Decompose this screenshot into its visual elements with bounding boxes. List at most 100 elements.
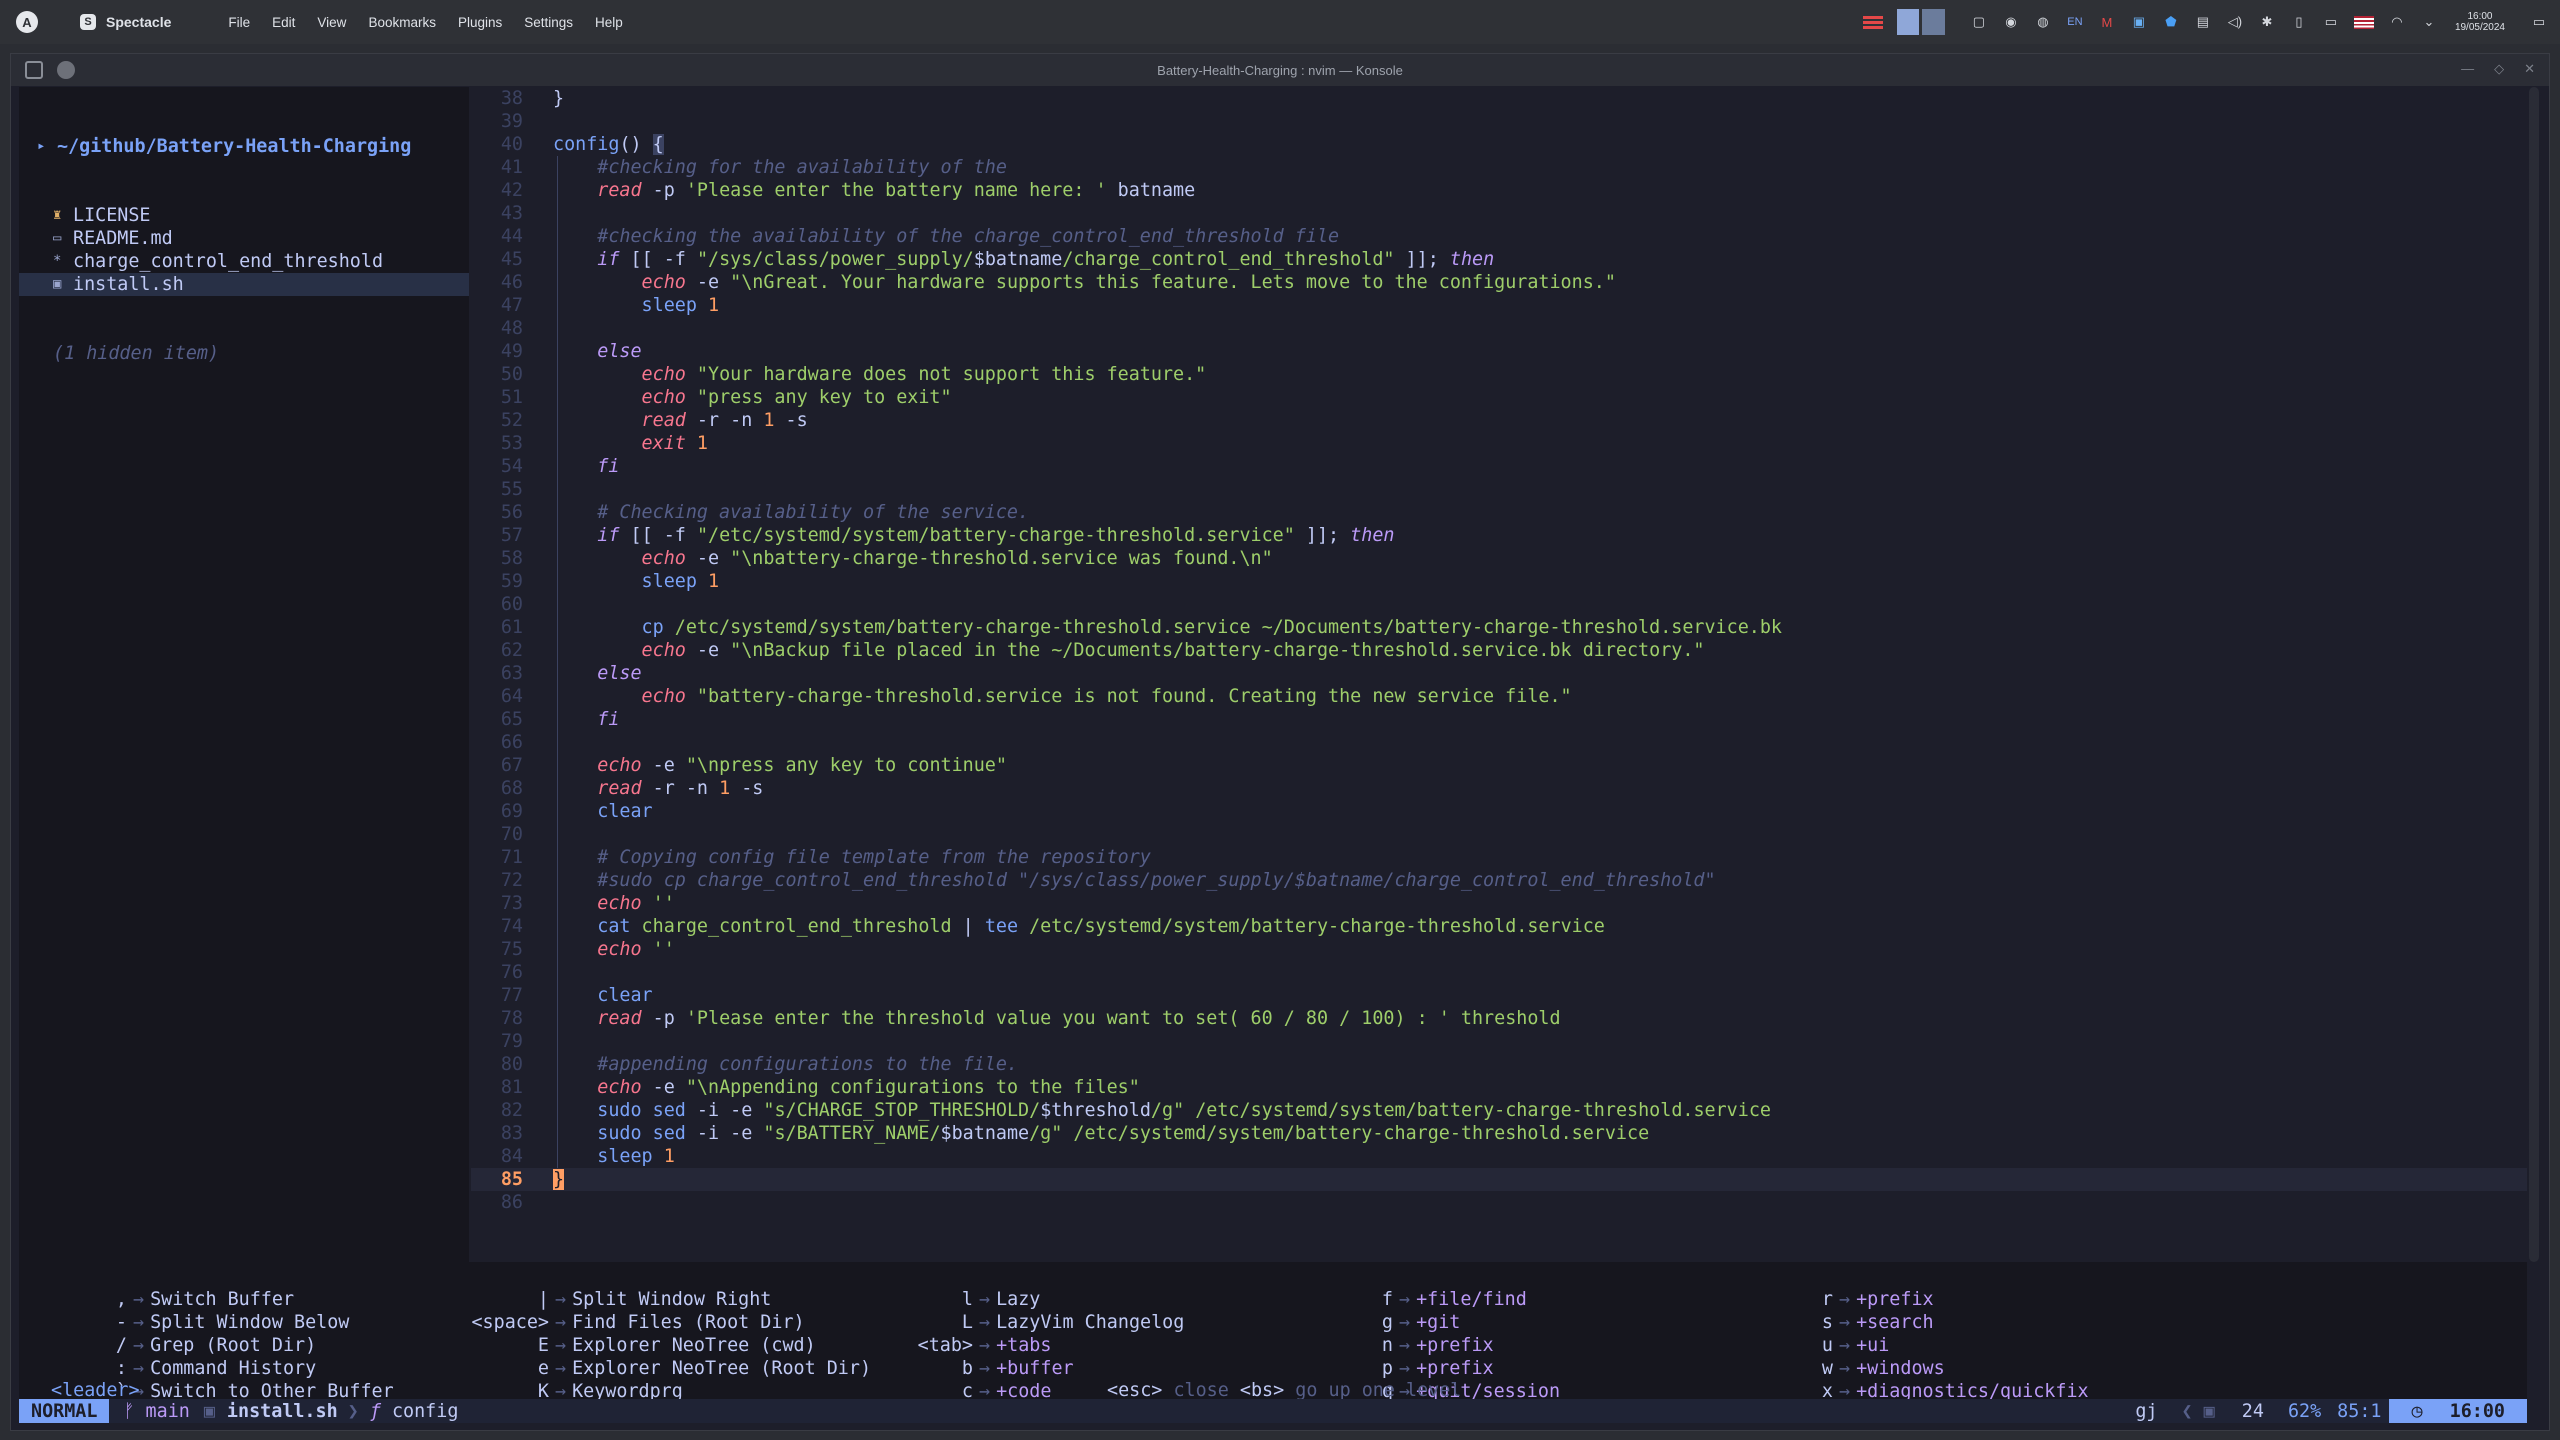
code-line[interactable]: 67 echo -e "\npress any key to continue" [471,754,2527,777]
code-line[interactable]: 85} [471,1168,2527,1191]
code-line[interactable]: 78 read -p 'Please enter the threshold va… [471,1007,2527,1030]
display-icon[interactable]: ▣ [2130,13,2148,31]
bluetooth-icon[interactable]: ✱ [2258,13,2276,31]
code-line[interactable]: 73 echo '' [471,892,2527,915]
code-line[interactable]: 39 [471,110,2527,133]
code-line[interactable]: 66 [471,731,2527,754]
sync-icon[interactable]: ◉ [2002,13,2020,31]
code-line[interactable]: 69 clear [471,800,2527,823]
code-line[interactable]: 42 read -p 'Please enter the battery name… [471,179,2527,202]
code-line[interactable]: 59 sleep 1 [471,570,2527,593]
code-line[interactable]: 72 #sudo cp charge_control_end_threshold … [471,869,2527,892]
keyboard-layout-label[interactable]: EN [2066,13,2084,31]
memory-monitor-icon[interactable] [1896,9,1945,35]
code-line[interactable]: 77 clear [471,984,2527,1007]
which-key-item[interactable]: <space> → Find Files (Root Dir) [439,1311,871,1334]
code-line[interactable]: 82 sudo sed -i -e "s/CHARGE_STOP_THRESHOL… [471,1099,2527,1122]
which-key-item[interactable]: w → +windows [1779,1357,2089,1380]
tree-item[interactable]: ♜ LICENSE [19,204,469,227]
code-line[interactable]: 74 cat charge_control_end_threshold | tee… [471,915,2527,938]
code-line[interactable]: 70 [471,823,2527,846]
code-line[interactable]: 52 read -r -n 1 -s [471,409,2527,432]
which-key-item[interactable]: - → Split Window Below [89,1311,394,1334]
volume-icon[interactable]: ◁) [2226,13,2244,31]
tree-item[interactable]: ▭ README.md [19,227,469,250]
which-key-item[interactable]: e → Explorer NeoTree (Root Dir) [439,1357,871,1380]
code-line[interactable]: 41 #checking for the availability of the [471,156,2527,179]
minimize-icon[interactable]: — [2461,61,2474,77]
code-line[interactable]: 76 [471,961,2527,984]
which-key-item[interactable]: E → Explorer NeoTree (cwd) [439,1334,871,1357]
code-line[interactable]: 43 [471,202,2527,225]
chevron-down-icon[interactable]: ⌄ [2420,13,2438,31]
screen-icon[interactable]: ▭ [2322,13,2340,31]
code-line[interactable]: 47 sleep 1 [471,294,2527,317]
which-key-item[interactable]: f → +file/find [1339,1288,1560,1311]
code-line[interactable]: 60 [471,593,2527,616]
code-line[interactable]: 81 echo -e "\nAppending configurations to… [471,1076,2527,1099]
which-key-item[interactable]: s → +search [1779,1311,2089,1334]
which-key-item[interactable]: b → +buffer [889,1357,1184,1380]
which-key-item[interactable]: g → +git [1339,1311,1560,1334]
tree-root[interactable]: ▸ ~/github/Battery-Health-Charging [19,135,469,158]
menu-item-view[interactable]: View [306,15,357,30]
menu-item-settings[interactable]: Settings [513,15,584,30]
code-line[interactable]: 75 echo '' [471,938,2527,961]
menu-item-help[interactable]: Help [584,15,634,30]
show-desktop-icon[interactable]: ▭ [2530,13,2548,31]
code-line[interactable]: 65 fi [471,708,2527,731]
network-meter-icon[interactable] [1862,15,1883,29]
code-line[interactable]: 58 echo -e "\nbattery-charge-threshold.se… [471,547,2527,570]
code-line[interactable]: 49 else [471,340,2527,363]
clipboard-icon[interactable]: ▤ [2194,13,2212,31]
code-line[interactable]: 64 echo "battery-charge-threshold.service… [471,685,2527,708]
close-icon[interactable]: ✕ [2524,61,2535,77]
code-line[interactable]: 53 exit 1 [471,432,2527,455]
shield-icon[interactable]: ⬟ [2162,13,2180,31]
code-line[interactable]: 54 fi [471,455,2527,478]
code-line[interactable]: 40 config() { [471,133,2527,156]
code-line[interactable]: 68 read -r -n 1 -s [471,777,2527,800]
which-key-item[interactable]: L → LazyVim Changelog [889,1311,1184,1334]
which-key-item[interactable]: u → +ui [1779,1334,2089,1357]
code-line[interactable]: 79 [471,1030,2527,1053]
which-key-item[interactable]: r → +prefix [1779,1288,2089,1311]
tree-item[interactable]: * charge_control_end_threshold [19,250,469,273]
code-line[interactable]: 56 # Checking availability of the service… [471,501,2527,524]
code-line[interactable]: 57 if [[ -f "/etc/systemd/system/battery-… [471,524,2527,547]
which-key-item[interactable]: , → Switch Buffer [89,1288,394,1311]
us-flag-icon[interactable] [2353,15,2374,29]
code-line[interactable]: 86 [471,1191,2527,1214]
which-key-item[interactable]: | → Split Window Right [439,1288,871,1311]
code-line[interactable]: 71 # Copying config file template from th… [471,846,2527,869]
code-line[interactable]: 50 echo "Your hardware does not support t… [471,363,2527,386]
compass-icon[interactable]: ◍ [2034,13,2052,31]
phone-icon[interactable]: ▯ [2290,13,2308,31]
maximize-icon[interactable]: ◇ [2494,61,2504,77]
which-key-item[interactable]: p → +prefix [1339,1357,1560,1380]
which-key-item[interactable]: l → Lazy [889,1288,1184,1311]
app-launcher-icon[interactable]: A [16,11,38,33]
which-key-item[interactable]: <tab> → +tabs [889,1334,1184,1357]
which-key-item[interactable]: : → Command History [89,1357,394,1380]
message-icon[interactable]: ▢ [1970,13,1988,31]
menu-item-file[interactable]: File [217,15,261,30]
menu-item-plugins[interactable]: Plugins [447,15,513,30]
which-key-item[interactable]: n → +prefix [1339,1334,1560,1357]
code-line[interactable]: 55 [471,478,2527,501]
code-line[interactable]: 61 cp /etc/systemd/system/battery-charge-… [471,616,2527,639]
wifi-icon[interactable]: ◠ [2388,13,2406,31]
scrollbar[interactable] [2529,87,2539,1262]
window-titlebar[interactable]: Battery-Health-Charging : nvim — Konsole… [11,54,2549,86]
code-line[interactable]: 51 echo "press any key to exit" [471,386,2527,409]
code-line[interactable]: 48 [471,317,2527,340]
code-line[interactable]: 38} [471,87,2527,110]
clock[interactable]: 16:00 19/05/2024 [2455,11,2505,33]
which-key-item[interactable]: / → Grep (Root Dir) [89,1334,394,1357]
code-editor[interactable]: 38} 39 40 config() {41 #checking for the ava… [471,87,2527,1262]
menu-item-edit[interactable]: Edit [261,15,306,30]
code-line[interactable]: 44 #checking the availability of the char… [471,225,2527,248]
code-line[interactable]: 80 #appending configurations to the file. [471,1053,2527,1076]
code-line[interactable]: 63 else [471,662,2527,685]
code-line[interactable]: 84 sleep 1 [471,1145,2527,1168]
